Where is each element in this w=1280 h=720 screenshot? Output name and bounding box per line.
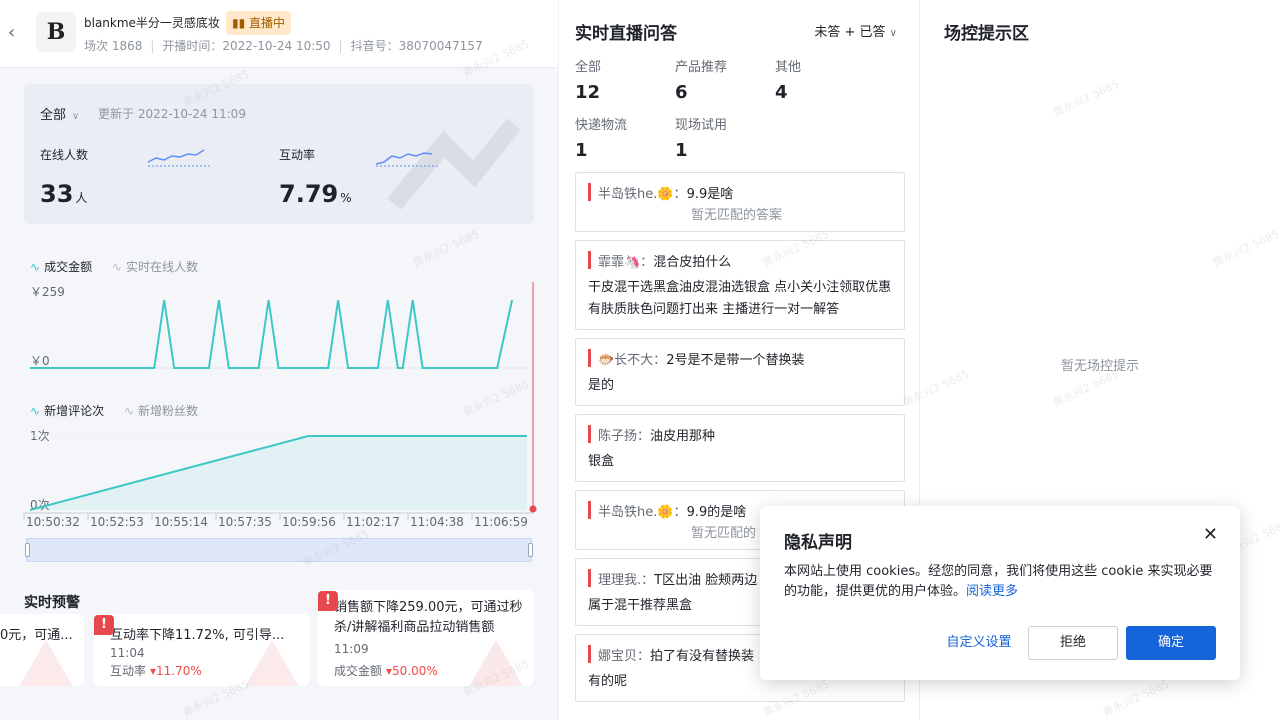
category-trial-label[interactable]: 现场试用 bbox=[675, 114, 727, 133]
warning-decoration-icon bbox=[19, 640, 73, 686]
analytics-panel: ‹ B blankme半分一灵感底妆 ▮▮ 直播中 场次 1868开播时间：20… bbox=[0, 0, 558, 720]
question-marker bbox=[588, 645, 591, 663]
control-tips-empty: 暂无场控提示 bbox=[1060, 359, 1139, 374]
accept-button[interactable]: 确定 bbox=[1126, 626, 1216, 660]
x-tick-label: 10:57:35 bbox=[218, 515, 272, 529]
qa-status-filter[interactable]: 未答 + 已答 ∨ bbox=[814, 21, 897, 40]
alert-icon: ! bbox=[94, 615, 114, 635]
slider-handle-left[interactable] bbox=[25, 543, 30, 557]
alert-text: 销售额下降259.00元，可通过秒杀/讲解福利商品拉动销售额 bbox=[334, 600, 523, 635]
qa-no-answer: 暂无匹配的答案 bbox=[691, 208, 783, 223]
qa-answer: 是的 bbox=[588, 378, 615, 393]
qa-item[interactable]: 🐡长不大：2号是不是带一个替换装 是的 bbox=[575, 338, 905, 406]
x-tick-label: 11:06:59 bbox=[474, 515, 528, 529]
x-tick-label: 11:02:17 bbox=[346, 515, 400, 529]
qa-question: 半岛铁he.🌼：9.9是啥 bbox=[598, 187, 734, 202]
qa-title: 实时直播问答 bbox=[575, 24, 677, 44]
category-product-label[interactable]: 产品推荐 bbox=[675, 56, 727, 75]
alert-icon: ! bbox=[318, 591, 338, 611]
x-tick-label: 10:50:32 bbox=[26, 515, 80, 529]
current-time-dot bbox=[529, 505, 537, 513]
alert-time: 11:09 bbox=[334, 642, 369, 656]
qa-item[interactable]: 半岛铁he.🌼：9.9是啥 暂无匹配的答案 bbox=[575, 172, 905, 232]
category-other-count: 4 bbox=[775, 82, 788, 103]
alert-metric: 互动率 ▾11.70% bbox=[110, 664, 202, 678]
alert-card[interactable]: 销售额下降259.00元，可通过秒杀/讲解福利商品拉动销售额 11:09 成交金… bbox=[318, 590, 534, 686]
alert-card[interactable]: 0元，可通... bbox=[0, 614, 84, 686]
slider-handle-right[interactable] bbox=[528, 543, 533, 557]
qa-question: 陈子扬：油皮用那种 bbox=[598, 429, 716, 444]
warning-decoration-icon bbox=[469, 640, 523, 686]
x-tick-label: 11:04:38 bbox=[410, 515, 464, 529]
qa-question: 🐡长不大：2号是不是带一个替换装 bbox=[598, 353, 805, 368]
chevron-down-icon: ∨ bbox=[889, 28, 897, 39]
qa-question: 娜宝贝：拍了有没有替换装 bbox=[598, 649, 755, 664]
x-tick-label: 10:59:56 bbox=[282, 515, 336, 529]
category-shipping-count: 1 bbox=[575, 140, 588, 161]
x-tick-label: 10:52:53 bbox=[90, 515, 144, 529]
reject-button[interactable]: 拒绝 bbox=[1028, 626, 1118, 660]
qa-question: 半岛铁he.🌼：9.9的是啥 bbox=[598, 505, 747, 520]
qa-question: 霏霏🦄：混合皮拍什么 bbox=[598, 255, 732, 270]
warning-decoration-icon bbox=[245, 640, 299, 686]
read-more-link[interactable]: 阅读更多 bbox=[966, 584, 1018, 599]
privacy-title: 隐私声明 bbox=[784, 533, 852, 553]
qa-answer: 银盒 bbox=[588, 454, 615, 469]
sales-series-line bbox=[30, 299, 514, 369]
time-range-slider[interactable] bbox=[25, 538, 533, 562]
privacy-body: 本网站上使用 cookies。经您的同意，我们将使用这些 cookie 来实现必… bbox=[784, 564, 1213, 599]
question-marker bbox=[588, 251, 591, 269]
alert-metric: 成交金额 ▾50.00% bbox=[334, 664, 438, 678]
category-shipping-label[interactable]: 快递物流 bbox=[575, 114, 627, 133]
customize-button[interactable]: 自定义设置 bbox=[942, 626, 1016, 660]
qa-answer: 干皮混干选黑盒油皮混油选银盒 点小关小注领取优惠 有肤质肤色问题打出来 主播进行… bbox=[588, 280, 892, 317]
qa-item[interactable]: 霏霏🦄：混合皮拍什么 干皮混干选黑盒油皮混油选银盒 点小关小注领取优惠 有肤质肤… bbox=[575, 240, 905, 330]
question-marker bbox=[588, 425, 591, 443]
category-other-label[interactable]: 其他 bbox=[775, 56, 801, 75]
category-all-label[interactable]: 全部 bbox=[575, 56, 601, 75]
category-product-count: 6 bbox=[675, 82, 688, 103]
alert-card[interactable]: 互动率下降11.72%, 可引导... 11:04 互动率 ▾11.70% bbox=[94, 614, 310, 686]
qa-question: 理理我.：T区出油 脸颊两边 bbox=[598, 573, 758, 588]
close-icon[interactable]: ✕ bbox=[1203, 524, 1218, 545]
question-marker bbox=[588, 501, 591, 519]
category-trial-count: 1 bbox=[675, 140, 688, 161]
question-marker bbox=[588, 349, 591, 367]
x-tick-label: 10:55:14 bbox=[154, 515, 208, 529]
comments-area-fill bbox=[30, 436, 527, 510]
question-marker bbox=[588, 569, 591, 587]
alerts-title: 实时预警 bbox=[24, 595, 80, 611]
question-marker bbox=[588, 183, 591, 201]
alert-time: 11:04 bbox=[110, 646, 145, 660]
qa-no-answer: 暂无匹配的 bbox=[691, 526, 757, 541]
trend-charts[interactable]: 10:50:32 10:52:53 10:55:14 10:57:35 10:59:56… bbox=[0, 0, 558, 540]
privacy-dialog: 隐私声明 ✕ 本网站上使用 cookies。经您的同意，我们将使用这些 cook… bbox=[760, 506, 1240, 680]
category-all-count: 12 bbox=[575, 82, 601, 103]
control-tips-title: 场控提示区 bbox=[944, 24, 1029, 44]
qa-item[interactable]: 陈子扬：油皮用那种 银盒 bbox=[575, 414, 905, 482]
